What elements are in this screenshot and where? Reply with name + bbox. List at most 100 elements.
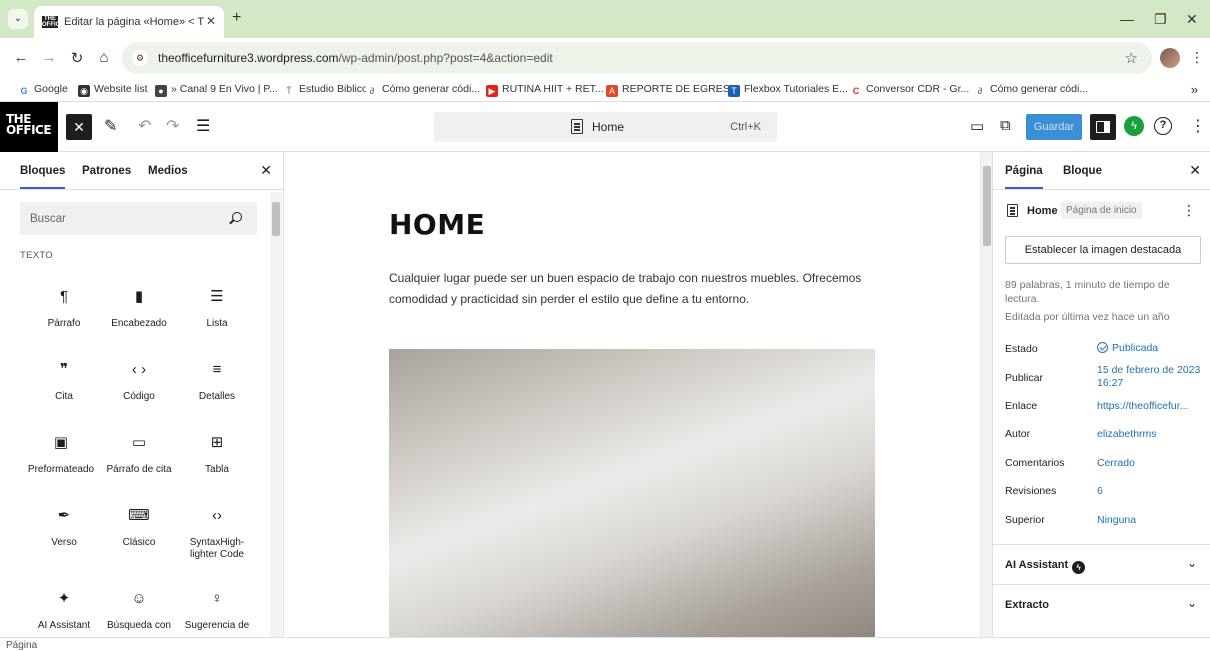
tab-block[interactable]: Bloque <box>1063 165 1102 177</box>
block-search-bot[interactable]: ☺ Búsqueda con <box>100 588 178 632</box>
browser-menu-icon[interactable]: ⋮ <box>1190 49 1204 66</box>
save-button[interactable]: Guardar <box>1026 114 1082 140</box>
edit-pencil-icon[interactable]: ✎ <box>104 116 117 136</box>
bookmark-item[interactable]: Ť Estudio Biblico <box>283 83 368 97</box>
tab-patterns[interactable]: Patrones <box>82 165 131 177</box>
permalink[interactable]: https://theofficefur... <box>1097 400 1205 413</box>
settings-sidebar-toggle-icon[interactable] <box>1090 114 1116 140</box>
ai-assistant-panel[interactable]: AI Assistant ϟ ⌄ <box>993 544 1210 584</box>
editor-canvas: HOME Cualquier lugar puede ser un buen e… <box>285 152 980 637</box>
back-arrow-icon[interactable]: ← <box>12 49 30 66</box>
options-menu-icon[interactable]: ⋮ <box>1190 116 1206 136</box>
image-block[interactable] <box>389 349 875 637</box>
forward-arrow-icon[interactable]: → <box>40 49 58 66</box>
block-table[interactable]: ⊞ Tabla <box>178 432 256 476</box>
bookmark-item[interactable]: C Conversor CDR - Gr... <box>850 83 969 97</box>
scrollbar-thumb[interactable] <box>272 202 280 236</box>
jetpack-icon[interactable]: ϟ <box>1124 116 1144 136</box>
excerpt-panel[interactable]: Extracto ⌄ <box>993 584 1210 624</box>
bookmark-item[interactable]: ∂ Cómo generar códi... <box>366 83 480 97</box>
bookmark-item[interactable]: T Flexbox Tutoriales E... <box>728 83 848 97</box>
quote-icon: ❞ <box>59 361 69 378</box>
search-icon <box>232 212 242 222</box>
tab-title: Editar la página «Home» < The <box>64 16 204 28</box>
undo-icon[interactable]: ↶ <box>138 116 151 136</box>
block-verse[interactable]: ✒ Verso <box>25 505 103 549</box>
publish-date[interactable]: 15 de febrero de 2023 16:27 <box>1097 364 1205 390</box>
bookmark-item[interactable]: ◉ Website list <box>78 83 148 97</box>
command-shortcut: Ctrl+K <box>730 121 761 133</box>
bookmark-item[interactable]: ▶ RUTINA HIIT + RET... <box>486 83 604 97</box>
block-code[interactable]: ‹ › Código <box>100 359 178 403</box>
comments-label: Comentarios <box>1005 457 1065 469</box>
help-icon[interactable]: ? <box>1154 117 1172 135</box>
classic-icon: ⌨ <box>128 507 150 524</box>
list-icon: ☰ <box>210 288 224 305</box>
redo-icon[interactable]: ↷ <box>166 116 179 136</box>
block-paragraph[interactable]: ¶ Párrafo <box>25 286 103 330</box>
parent-value[interactable]: Ninguna <box>1097 514 1205 527</box>
tab-close-icon[interactable]: ✕ <box>206 14 216 28</box>
page-heading-block[interactable]: HOME <box>389 208 485 241</box>
inserter-close-icon[interactable]: ✕ <box>260 162 272 179</box>
bookmark-star-icon[interactable]: ☆ <box>1125 49 1138 67</box>
block-ai-assistant[interactable]: ✦ AI Assistant <box>25 588 103 632</box>
breadcrumb-item[interactable]: Página <box>6 640 37 651</box>
bookmark-item[interactable]: A REPORTE DE EGRES... <box>606 83 739 97</box>
minimize-icon[interactable]: — <box>1120 11 1134 27</box>
home-icon[interactable]: ⌂ <box>95 49 113 66</box>
bookmark-item[interactable]: ∂ Cómo generar códi... <box>974 83 1088 97</box>
window-close-icon[interactable]: ✕ <box>1186 11 1198 28</box>
canvas-scrollbar[interactable] <box>980 152 992 637</box>
front-page-badge: Página de inicio <box>1061 202 1142 219</box>
author-value[interactable]: elizabethrms <box>1097 428 1205 441</box>
block-preformatted[interactable]: ▣ Preformateado <box>22 432 100 476</box>
profile-avatar[interactable] <box>1160 48 1180 68</box>
category-title: TEXTO <box>20 250 53 261</box>
bookmark-item[interactable]: ●» Canal 9 En Vivo | P... <box>155 83 278 97</box>
bookmarks-overflow-icon[interactable]: » <box>1191 82 1198 97</box>
last-edited: Editada por última vez hace un año <box>1005 311 1170 323</box>
address-bar[interactable]: ⚙ theofficefurniture3.wordpress.com/wp-a… <box>122 42 1152 74</box>
post-actions-icon[interactable]: ⋮ <box>1182 202 1196 219</box>
new-tab-plus-icon[interactable]: + <box>232 9 241 27</box>
youtube-icon: ▶ <box>486 85 498 97</box>
tab-media[interactable]: Medios <box>148 165 188 177</box>
block-suggestion[interactable]: ♀ Sugerencia de <box>178 588 256 632</box>
tab-search-chevron-icon[interactable]: ⌄ <box>8 9 28 29</box>
bookmark-item[interactable]: G Google <box>18 83 68 97</box>
comments-value[interactable]: Cerrado <box>1097 457 1205 470</box>
tab-blocks[interactable]: Bloques <box>20 165 66 189</box>
command-palette-button[interactable]: Home Ctrl+K <box>434 112 777 142</box>
code-icon: ‹ › <box>131 361 147 378</box>
settings-close-icon[interactable]: ✕ <box>1189 162 1201 179</box>
scrollbar-thumb[interactable] <box>983 166 991 246</box>
block-heading[interactable]: ▮ Encabezado <box>100 286 178 330</box>
block-syntaxhighlighter[interactable]: ‹› SyntaxHigh-lighter Code <box>178 505 256 561</box>
paragraph-block[interactable]: Cualquier lugar puede ser un buen espaci… <box>389 268 879 310</box>
word-count: 89 palabras, 1 minuto de tiempo de lectu… <box>1005 279 1170 305</box>
adobe-icon: A <box>606 85 618 97</box>
view-page-external-icon[interactable]: ⧉ <box>1000 117 1011 134</box>
block-search-input[interactable] <box>20 202 257 235</box>
block-quote[interactable]: ❞ Cita <box>25 359 103 403</box>
block-pullquote[interactable]: ▭ Párrafo de cita <box>100 432 178 476</box>
link-label: Enlace <box>1005 400 1038 412</box>
set-featured-image-button[interactable]: Establecer la imagen destacada <box>1005 236 1201 264</box>
block-details[interactable]: ≡ Detalles <box>178 359 256 403</box>
toggle-inserter-close-icon[interactable]: ✕ <box>66 114 92 140</box>
device-preview-icon[interactable]: ▭ <box>970 117 984 135</box>
site-logo[interactable]: THE OFFICE <box>0 102 58 152</box>
revisions-value[interactable]: 6 <box>1097 485 1205 498</box>
site-settings-icon[interactable]: ⚙ <box>132 50 148 66</box>
browser-tab[interactable]: THE OFFICE Editar la página «Home» < The … <box>34 6 224 38</box>
status-value[interactable]: Publicada <box>1097 342 1205 355</box>
inserter-scrollbar[interactable] <box>270 192 282 637</box>
maximize-icon[interactable]: ❐ <box>1154 11 1167 28</box>
reload-icon[interactable]: ↻ <box>68 49 86 67</box>
block-list[interactable]: ☰ Lista <box>178 286 256 330</box>
publish-label: Publicar <box>1005 372 1043 384</box>
tab-page[interactable]: Página <box>1005 165 1043 189</box>
block-classic[interactable]: ⌨ Clásico <box>100 505 178 549</box>
document-overview-icon[interactable]: ☰ <box>196 116 210 136</box>
